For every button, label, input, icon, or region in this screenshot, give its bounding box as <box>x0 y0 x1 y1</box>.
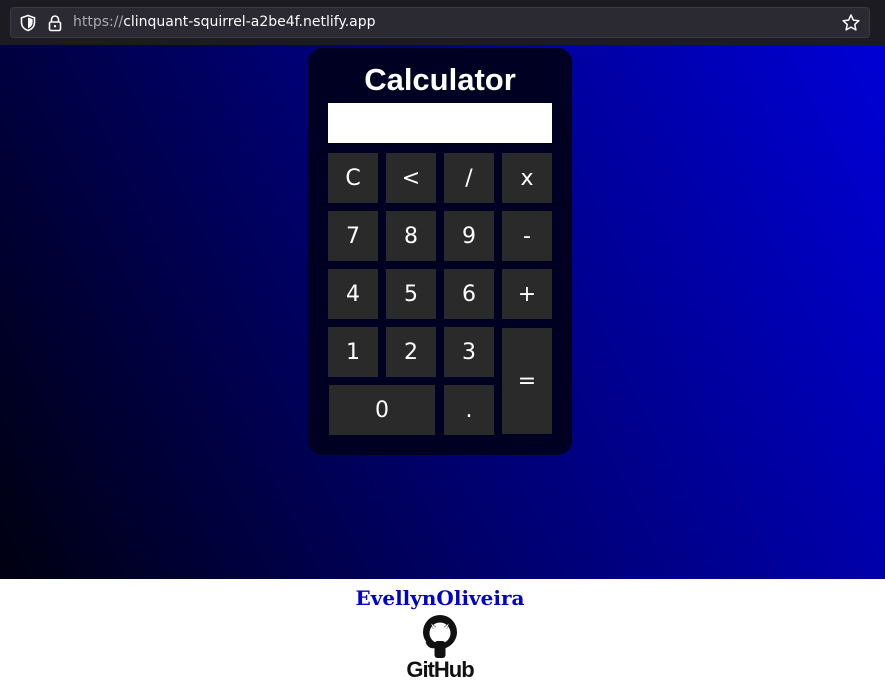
address-bar[interactable]: https://clinquant-squirrel-a2be4f.netlif… <box>10 7 870 38</box>
digit-3-button[interactable]: 3 <box>444 327 494 377</box>
url-host: clinquant-squirrel-a2be4f.netlify.app <box>123 14 376 30</box>
digit-1-button[interactable]: 1 <box>328 327 378 377</box>
digit-5-button[interactable]: 5 <box>386 269 436 319</box>
star-icon[interactable] <box>841 13 861 33</box>
calculator-title: Calculator <box>364 62 516 97</box>
browser-toolbar: https://clinquant-squirrel-a2be4f.netlif… <box>0 0 885 45</box>
plus-button[interactable]: + <box>502 269 552 319</box>
digit-4-button[interactable]: 4 <box>328 269 378 319</box>
clear-button[interactable]: C <box>328 153 378 203</box>
author-link[interactable]: EvellynOliveira <box>0 586 880 610</box>
minus-button[interactable]: - <box>502 211 552 261</box>
digit-6-button[interactable]: 6 <box>444 269 494 319</box>
calculator-display[interactable] <box>328 103 552 143</box>
equals-button[interactable]: = <box>502 328 552 434</box>
divide-button[interactable]: / <box>444 153 494 203</box>
digit-8-button[interactable]: 8 <box>386 211 436 261</box>
multiply-button[interactable]: x <box>502 153 552 203</box>
url-text[interactable]: https://clinquant-squirrel-a2be4f.netlif… <box>73 14 376 30</box>
backspace-button[interactable]: < <box>386 153 436 203</box>
shield-icon[interactable] <box>19 14 37 32</box>
digit-2-button[interactable]: 2 <box>386 327 436 377</box>
decimal-button[interactable]: . <box>444 385 494 435</box>
github-wordmark[interactable]: GitHub <box>400 657 480 683</box>
digit-9-button[interactable]: 9 <box>444 211 494 261</box>
github-octocat-icon[interactable] <box>422 614 458 658</box>
digit-7-button[interactable]: 7 <box>328 211 378 261</box>
lock-icon[interactable] <box>47 14 63 32</box>
url-protocol: https:// <box>73 14 124 30</box>
page-background: Calculator C < / x 7 8 9 - 4 5 6 + 1 2 3… <box>0 45 885 579</box>
footer: EvellynOliveira GitHub <box>0 579 885 696</box>
digit-0-button[interactable]: 0 <box>329 385 435 435</box>
calculator: Calculator C < / x 7 8 9 - 4 5 6 + 1 2 3… <box>308 48 572 455</box>
